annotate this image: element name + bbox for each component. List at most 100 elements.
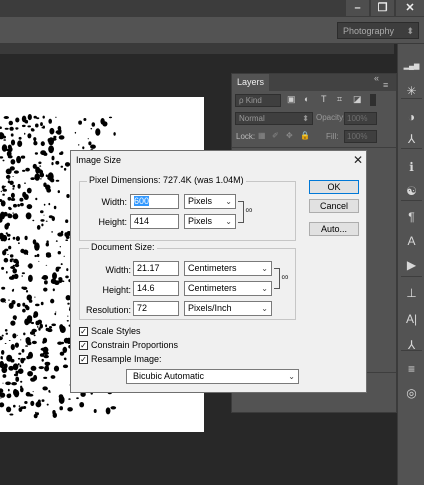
pixel-height-unit-select[interactable]: Pixels ⌄	[184, 214, 236, 229]
resolution-field[interactable]: 72	[133, 301, 179, 316]
lock-all-icon[interactable]: 🔒	[300, 131, 310, 140]
paragraph-icon[interactable]: ¶	[398, 206, 424, 228]
ok-button[interactable]: OK	[309, 180, 359, 194]
ink-speck	[12, 212, 14, 214]
filter-smart-object-icon[interactable]: ◪	[353, 94, 362, 105]
ink-speck	[3, 211, 8, 217]
ink-speck	[113, 132, 116, 136]
restore-button[interactable]: ❐	[371, 0, 394, 16]
chevron-down-icon: ⌄	[261, 304, 268, 313]
link-icon: ∞	[245, 205, 253, 216]
styles-icon[interactable]: ☯	[398, 180, 424, 202]
navigator-icon[interactable]: ⅄	[398, 128, 424, 150]
ink-speck	[88, 141, 92, 146]
ink-speck	[28, 263, 33, 269]
cancel-button[interactable]: Cancel	[309, 199, 359, 213]
fill-field[interactable]: 100%	[344, 130, 377, 143]
brush-icon[interactable]: ⊥	[398, 282, 424, 304]
lock-position-icon[interactable]: ✥	[286, 131, 293, 140]
auto-button[interactable]: Auto...	[309, 222, 359, 236]
ink-speck	[12, 268, 17, 274]
info-icon[interactable]: ℹ	[398, 156, 424, 178]
doc-height-unit-select[interactable]: Centimeters ⌄	[184, 281, 272, 296]
resolution-unit-select[interactable]: Pixels/Inch ⌄	[184, 301, 272, 316]
resample-image-label[interactable]: Resample Image:	[91, 354, 162, 364]
fill-value: 100%	[347, 132, 368, 141]
color-icon[interactable]: ◑	[398, 106, 424, 128]
panel-menu-icon[interactable]: ≡	[383, 80, 388, 90]
filter-type-icon[interactable]: T	[321, 94, 327, 104]
ink-speck	[34, 254, 37, 258]
ink-speck	[55, 240, 58, 242]
properties-icon[interactable]: ≡	[398, 358, 424, 380]
ink-speck	[23, 406, 27, 409]
dock-separator	[401, 276, 422, 277]
pixel-height-unit: Pixels	[188, 216, 213, 226]
lock-paint-icon[interactable]: ✐	[272, 131, 279, 140]
ink-speck	[9, 180, 14, 185]
ink-speck	[2, 159, 5, 162]
constrain-proportions-checkbox[interactable]: ✓	[79, 341, 88, 350]
pixel-height-field[interactable]: 414	[130, 214, 179, 229]
workspace-select[interactable]: Photography ⬍	[337, 22, 419, 39]
ink-speck	[29, 331, 36, 335]
ink-speck	[95, 128, 101, 136]
resample-image-checkbox[interactable]: ✓	[79, 355, 88, 364]
filter-shape-icon[interactable]: ⌗	[337, 94, 342, 105]
ink-speck	[28, 299, 33, 303]
ink-speck	[50, 375, 56, 379]
doc-width-field[interactable]: 21.17	[133, 261, 179, 276]
ink-speck	[34, 152, 39, 155]
filter-adjustment-icon[interactable]: ◐	[304, 94, 309, 104]
collapse-icon[interactable]: «	[374, 74, 379, 83]
ink-speck	[35, 320, 40, 326]
ink-speck	[59, 406, 63, 411]
doc-width-unit-select[interactable]: Centimeters ⌄	[184, 261, 272, 276]
opacity-field[interactable]: 100%	[344, 112, 377, 125]
minimize-button[interactable]: –	[346, 0, 369, 16]
glyphs-icon[interactable]: A|	[398, 308, 424, 330]
ink-speck	[12, 333, 17, 339]
ink-speck	[47, 176, 52, 180]
blend-mode-select[interactable]: Normal ⬍	[235, 112, 313, 125]
ink-speck	[51, 216, 55, 222]
dialog-close-button[interactable]: ✕	[351, 153, 365, 167]
ink-speck	[51, 155, 55, 161]
constrain-proportions-label[interactable]: Constrain Proportions	[91, 340, 178, 350]
close-window-button[interactable]: ✕	[396, 0, 424, 16]
ink-speck	[0, 336, 3, 341]
filter-pixel-icon[interactable]: ▣	[287, 94, 296, 105]
clone-source-icon[interactable]: ⅄	[398, 334, 424, 356]
character-icon[interactable]: A	[398, 230, 424, 252]
ink-speck	[17, 357, 21, 360]
ink-speck	[13, 365, 16, 367]
ink-speck	[1, 286, 6, 290]
ink-speck	[7, 196, 12, 201]
ink-speck	[5, 332, 8, 335]
doc-height-field[interactable]: 14.6	[133, 281, 179, 296]
ink-speck	[41, 399, 45, 402]
ink-speck	[67, 315, 69, 317]
ink-speck	[10, 192, 15, 199]
ink-speck	[8, 340, 11, 341]
pixel-width-unit-select[interactable]: Pixels ⌄	[184, 194, 236, 209]
ink-speck	[41, 358, 44, 362]
pixel-width-field[interactable]: 600	[130, 194, 179, 209]
actions-icon[interactable]: ▶	[398, 254, 424, 276]
ink-speck	[1, 366, 8, 374]
ink-speck	[41, 126, 45, 129]
ink-speck	[45, 324, 48, 328]
scale-styles-checkbox[interactable]: ✓	[79, 327, 88, 336]
filter-toggle[interactable]	[370, 94, 376, 106]
resample-method-select[interactable]: Bicubic Automatic ⌄	[126, 369, 299, 384]
ink-speck	[48, 145, 54, 154]
dock-separator	[401, 350, 422, 351]
ink-speck	[18, 136, 22, 140]
scale-styles-label[interactable]: Scale Styles	[91, 326, 141, 336]
kind-filter-select[interactable]: ρ Kind	[235, 94, 281, 107]
histogram-icon[interactable]: ▂▄▆	[398, 56, 424, 78]
lock-transparent-icon[interactable]: ▦	[258, 131, 266, 140]
tab-layers[interactable]: Layers	[232, 74, 270, 91]
libraries-icon[interactable]: ◎	[398, 382, 424, 404]
ink-speck	[13, 388, 18, 396]
